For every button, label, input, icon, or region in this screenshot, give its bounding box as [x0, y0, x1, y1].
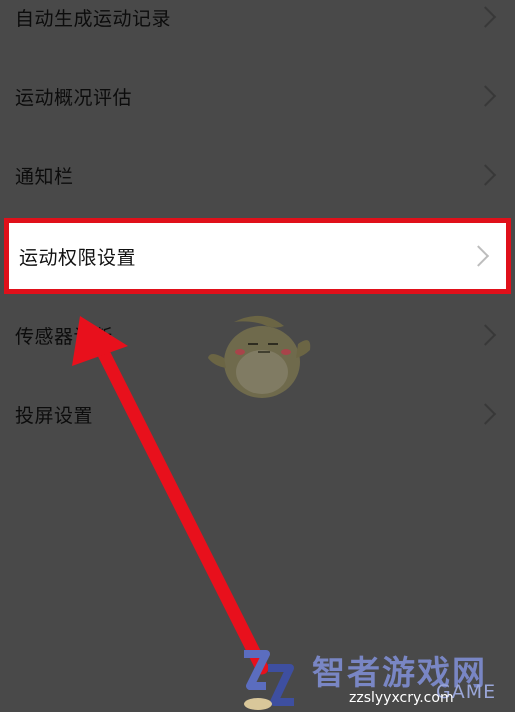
settings-item-label: 运动概况评估	[15, 86, 133, 109]
settings-item-label: 通知栏	[15, 165, 74, 188]
settings-screen: 自动生成运动记录 运动概况评估 通知栏 运动权限设置 传感器诊断 投屏设置 智者…	[0, 0, 515, 712]
settings-item-label: 投屏设置	[15, 404, 94, 427]
settings-item-label: 自动生成运动记录	[15, 7, 172, 30]
settings-item-overview-eval[interactable]: 运动概况评估	[0, 56, 515, 136]
settings-item-notification-bar[interactable]: 通知栏	[0, 135, 515, 215]
settings-item-permission-settings[interactable]: 运动权限设置	[4, 218, 511, 294]
mascot-chick-icon	[208, 315, 311, 398]
settings-item-auto-record[interactable]: 自动生成运动记录	[0, 0, 515, 57]
settings-item-label: 运动权限设置	[19, 246, 137, 269]
zz-logo-icon	[244, 650, 294, 710]
watermark-url: zzslyyxcry.com	[349, 690, 454, 706]
site-watermark: 智者游戏网 GAME zzslyyxcry.com	[236, 640, 515, 712]
